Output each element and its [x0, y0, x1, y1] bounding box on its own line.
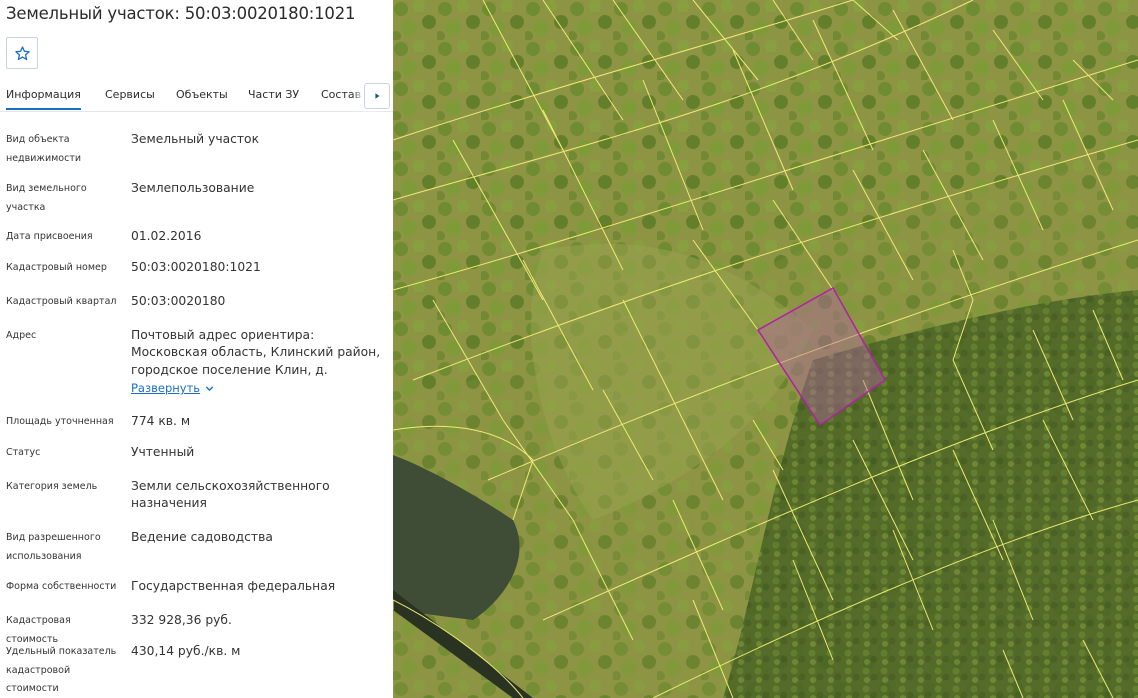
field-value: Учтенный — [131, 445, 195, 459]
field-value: 774 кв. м — [131, 414, 191, 428]
field-label: Кадастровый номер — [6, 262, 107, 273]
info-panel: Земельный участок: 50:03:0020180:1021 Ин… — [0, 0, 393, 698]
field-label: Площадь уточненная — [6, 416, 114, 427]
tab-objects[interactable]: Объекты — [176, 88, 228, 101]
field-label: Категория земель — [6, 481, 98, 492]
field-value: 430,14 руб./кв. м — [131, 644, 241, 658]
expand-label: Развернуть — [131, 381, 201, 396]
field-label: Удельный показатель кадастровой стоимост… — [6, 646, 117, 694]
field-value: Земельный участок — [131, 132, 260, 146]
field-value: 50:03:0020180 — [131, 294, 226, 308]
field-label: Дата присвоения — [6, 231, 93, 242]
field-label: Форма собственности — [6, 581, 117, 592]
field-value-address: Почтовый адрес ориентира: Московская обл… — [131, 327, 381, 398]
field-label: Адрес — [6, 330, 37, 341]
page-title: Земельный участок: 50:03:0020180:1021 — [6, 4, 356, 23]
field-label: Вид разрешенного использования — [6, 532, 101, 562]
tab-bar: Информация Сервисы Объекты Части ЗУ Сост… — [0, 82, 393, 112]
map-view[interactable] — [393, 0, 1138, 698]
field-value: Государственная федеральная — [131, 579, 336, 593]
field-value: 01.02.2016 — [131, 229, 202, 243]
caret-right-icon — [375, 93, 380, 99]
satellite-map[interactable] — [393, 0, 1138, 698]
field-value: 332 928,36 руб. — [131, 613, 232, 627]
favorite-button[interactable] — [6, 37, 38, 69]
tab-parts[interactable]: Части ЗУ — [248, 88, 299, 101]
field-label: Вид земельного участка — [6, 183, 87, 213]
field-value: Земли сельскохозяйственного назначения — [131, 479, 330, 511]
star-outline-icon — [14, 45, 30, 60]
tabs-scroll-right-button[interactable] — [364, 83, 390, 109]
field-value: Землепользование — [131, 181, 255, 195]
field-label: Вид объекта недвижимости — [6, 134, 82, 164]
field-value: 50:03:0020180:1021 — [131, 260, 261, 274]
address-text: Почтовый адрес ориентира: Московская обл… — [131, 328, 381, 377]
tab-info[interactable]: Информация — [6, 88, 81, 110]
field-label: Кадастровый квартал — [6, 296, 117, 307]
field-value: Ведение садоводства — [131, 530, 273, 544]
tab-services[interactable]: Сервисы — [105, 88, 155, 101]
expand-address-link[interactable]: Развернуть — [131, 380, 214, 397]
field-label: Статус — [6, 447, 41, 458]
chevron-down-icon — [205, 386, 214, 392]
